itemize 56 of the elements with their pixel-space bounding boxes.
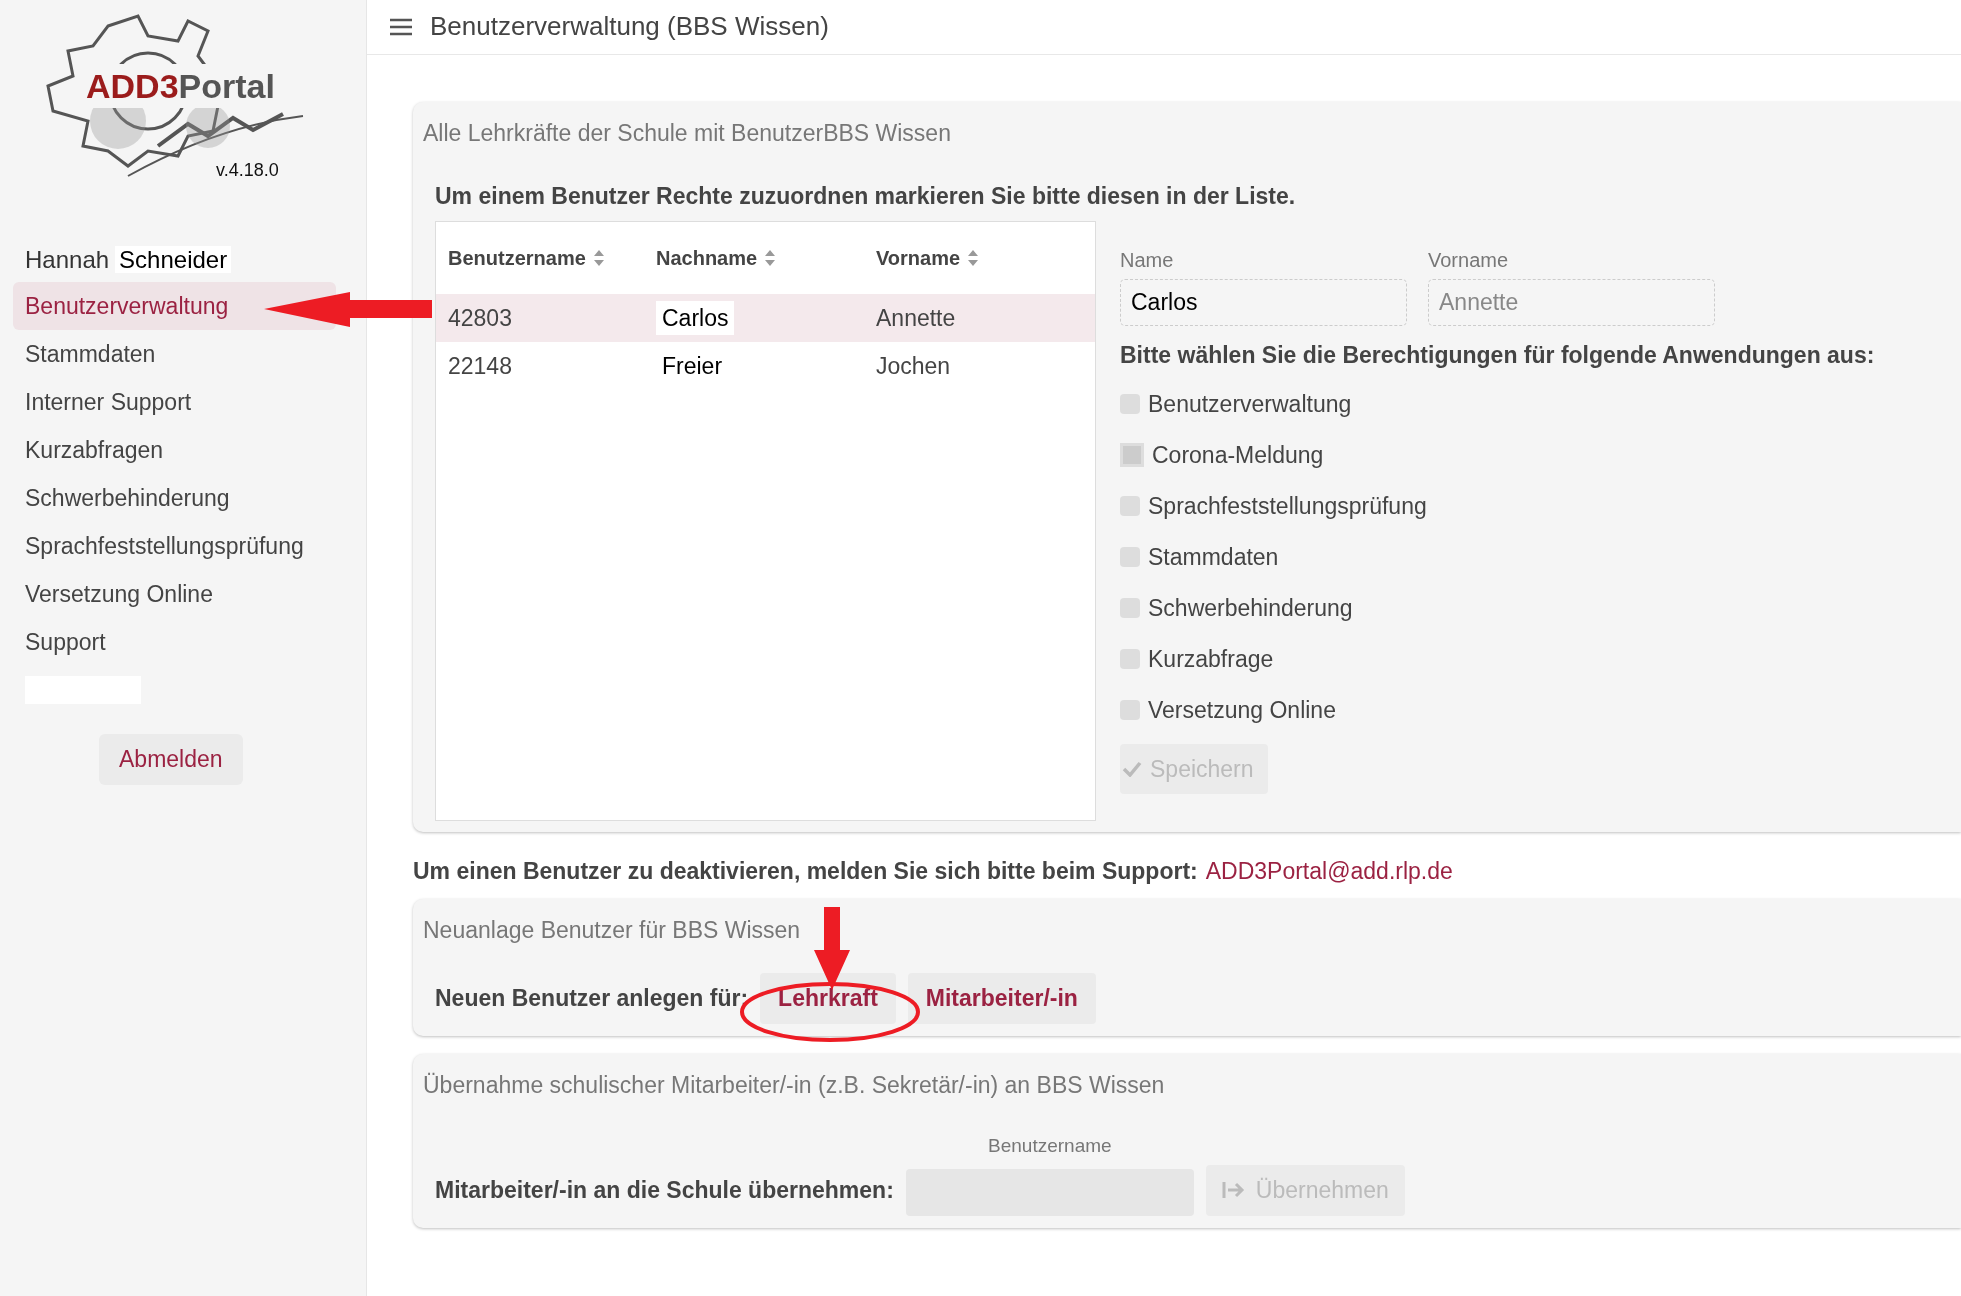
column-header[interactable]: Benutzername	[448, 243, 586, 273]
field-label: Name	[1120, 248, 1175, 273]
logout-button[interactable]: Abmelden	[99, 734, 243, 785]
permissions-heading: Bitte wählen Sie die Berechtigungen für folgende Anwendungen aus:	[1120, 341, 1875, 370]
menu-icon[interactable]	[390, 18, 412, 36]
table-row[interactable]: 42803 Carlos Annette	[436, 294, 1095, 342]
user-name: Hannah Schneider	[0, 242, 366, 278]
checkbox[interactable]	[1120, 598, 1140, 618]
table-cell: Carlos	[656, 300, 735, 336]
checkbox[interactable]	[1120, 649, 1140, 669]
sidebar-item[interactable]: Sprachfeststellungsprüfung	[13, 522, 336, 570]
sidebar-item[interactable]: Benutzerverwaltung	[13, 282, 336, 330]
sort-icon[interactable]	[968, 249, 979, 267]
checkbox-label: Schwerbehinderung	[1148, 593, 1353, 623]
page-title: Benutzerverwaltung (BBS Wissen)	[430, 11, 829, 43]
column-header[interactable]: Vorname	[876, 243, 961, 273]
sidebar-item[interactable]: Interner Support	[13, 378, 336, 426]
new-user-button[interactable]: Mitarbeiter/-in	[907, 973, 1096, 1024]
sidebar-item[interactable]: Versetzung Online	[13, 570, 336, 618]
checkbox-label: Corona-Meldung	[1152, 440, 1324, 470]
sort-icon[interactable]	[765, 249, 776, 267]
column-header[interactable]: Nachname	[656, 243, 758, 273]
checkbox-label: Sprachfeststellungsprüfung	[1148, 491, 1427, 521]
sidebar-item[interactable]: Kurzabfragen	[13, 426, 336, 474]
panel-title: Übernahme schulischer Mitarbeiter/-in (z.B. Sekretär/-in) an BBS Wissen	[423, 1070, 1166, 1100]
input-field[interactable]: Carlos	[1120, 279, 1407, 326]
instruction-text: Um einem Benutzer Rechte zuzuordnen markieren Sie bitte diesen in der Liste.	[435, 181, 1297, 211]
new-user-label: Neuen Benutzer anlegen für:	[435, 984, 749, 1013]
sidebar-item[interactable]: Stammdaten	[13, 330, 336, 378]
table-cell-text: Annette	[876, 303, 956, 333]
checkbox-label: Benutzerverwaltung	[1148, 389, 1352, 419]
email-link[interactable]: ADD3Portal@add.rlp.de	[1205, 858, 1453, 884]
checkbox-label: Stammdaten	[1148, 542, 1279, 572]
sidebar-item[interactable]: Schwerbehinderung	[13, 474, 336, 522]
panel-title: Alle Lehrkräfte der Schule mit BenutzerBBS Wissen	[423, 119, 952, 148]
checkbox-label: Kurzabfrage	[1148, 644, 1274, 674]
table-cell-text: Jochen	[876, 351, 951, 381]
table-cell-text: 42803	[448, 303, 512, 333]
panel-title: Neuanlage Benutzer für BBS Wissen	[423, 915, 802, 945]
field-label: Vorname	[1428, 248, 1510, 273]
table-row[interactable]: 22148 Freier Jochen	[436, 342, 1095, 390]
field-label: Benutzername	[987, 1134, 1113, 1158]
checkbox[interactable]	[1120, 496, 1140, 516]
deactivate-note: Um einen Benutzer zu deaktivieren, melden Sie sich bitte beim Support:	[413, 858, 1198, 884]
checkbox[interactable]	[1120, 443, 1144, 467]
arrow-to-bar-icon	[1221, 1180, 1246, 1201]
checkbox[interactable]	[1120, 700, 1140, 720]
table-cell-text: 22148	[448, 351, 512, 381]
checkbox[interactable]	[1120, 547, 1140, 567]
check-icon	[1122, 760, 1142, 777]
sort-icon[interactable]	[593, 249, 604, 267]
checkbox-label: Versetzung Online	[1148, 695, 1336, 725]
transfer-label: Mitarbeiter/-in an die Schule übernehmen:	[435, 1176, 894, 1205]
checkbox[interactable]	[1120, 394, 1140, 414]
sidebar-item[interactable]: Support	[13, 618, 336, 666]
new-user-button[interactable]: Lehrkraft	[760, 973, 896, 1024]
